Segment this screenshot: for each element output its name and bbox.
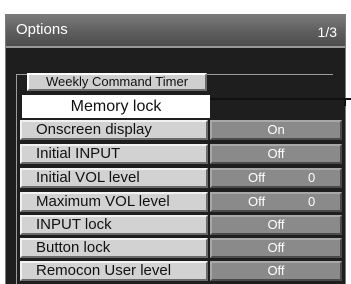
initial-vol-level-value[interactable]: Off 0 [210,168,342,188]
button-lock-label: Button lock [20,238,208,258]
menu-row-maximum-vol-level[interactable]: Maximum VOL level Off 0 [20,192,342,212]
initial-input-setting: Off [267,146,285,161]
button-lock-value[interactable]: Off [210,238,342,258]
initial-input-label: Initial INPUT [20,144,208,164]
pointer-tick [344,98,346,106]
initial-vol-state: Off [248,170,266,185]
menu-row-initial-input[interactable]: Initial INPUT Off [20,144,342,164]
pointer-line [210,98,351,100]
onscreen-display-label: Onscreen display [20,120,208,140]
remocon-user-level-value[interactable]: Off [210,261,342,281]
button-lock-setting: Off [267,240,285,255]
initial-input-value[interactable]: Off [210,144,342,164]
menu-row-onscreen-display[interactable]: Onscreen display On [20,120,342,140]
maximum-vol-number: 0 [308,194,316,209]
onscreen-display-value[interactable]: On [210,120,342,140]
menu-row-initial-vol-level[interactable]: Initial VOL level Off 0 [20,168,342,188]
menu-row-remocon-user-level[interactable]: Remocon User level Off [20,261,342,281]
maximum-vol-level-label: Maximum VOL level [20,192,208,212]
input-lock-label: INPUT lock [20,215,208,235]
input-lock-value[interactable]: Off [210,215,342,235]
title-bar: Options 1/3 [6,14,345,46]
remocon-user-level-setting: Off [267,263,285,278]
weekly-command-timer-button[interactable]: Weekly Command Timer [27,73,207,91]
remocon-user-level-label: Remocon User level [20,261,208,281]
initial-vol-level-label: Initial VOL level [20,168,208,188]
title-divider [6,46,345,48]
input-lock-setting: Off [267,217,285,232]
menu-row-input-lock[interactable]: INPUT lock Off [20,215,342,235]
page-indicator: 1/3 [317,24,337,40]
memory-lock-item[interactable]: Memory lock [22,95,210,118]
menu-row-button-lock[interactable]: Button lock Off [20,238,342,258]
initial-vol-number: 0 [308,170,316,185]
onscreen-display-setting: On [267,122,285,137]
menu-title: Options [16,21,68,38]
maximum-vol-state: Off [248,194,266,209]
options-screen: Options 1/3 Weekly Command Timer Memory … [0,0,351,284]
maximum-vol-level-value[interactable]: Off 0 [210,192,342,212]
